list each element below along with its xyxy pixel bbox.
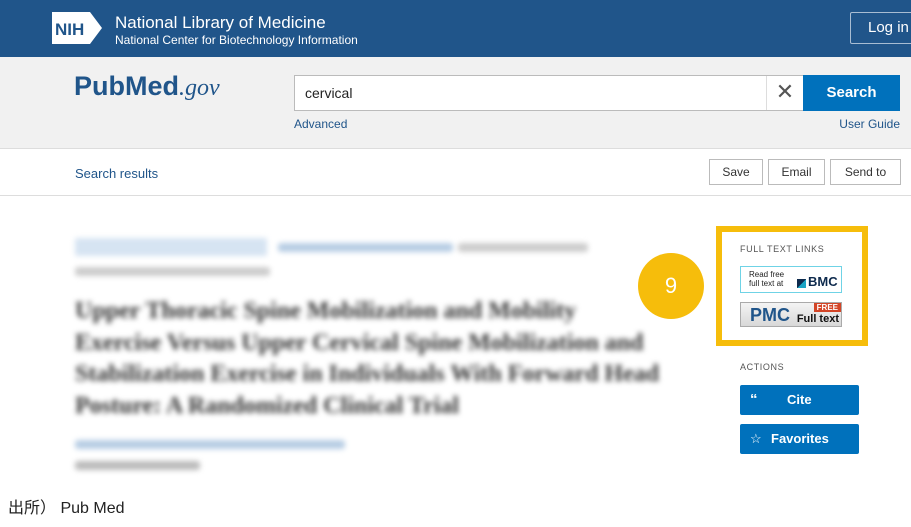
quote-icon: “ (750, 391, 758, 408)
doi (75, 267, 270, 276)
full-text-links-label: FULL TEXT LINKS (740, 244, 825, 254)
login-button[interactable]: Log in (850, 12, 911, 44)
favorites-button[interactable]: ☆ Favorites (740, 424, 859, 454)
article-title: Upper Thoracic Spine Mobilization and Mo… (75, 298, 660, 419)
bmc-logo-icon (797, 279, 806, 288)
email-button[interactable]: Email (768, 159, 825, 185)
send-to-button[interactable]: Send to (830, 159, 901, 185)
cite-button[interactable]: “Cite (740, 385, 859, 415)
save-button[interactable]: Save (709, 159, 763, 185)
top-banner: NIH National Library of Medicine Nationa… (0, 0, 911, 57)
search-box (294, 75, 804, 111)
advanced-link[interactable]: Advanced (294, 117, 347, 131)
svg-text:NIH: NIH (55, 20, 84, 39)
publication-type-badge (75, 238, 267, 256)
nlm-subtitle: National Center for Biotechnology Inform… (115, 33, 358, 47)
pubmed-logo[interactable]: PubMed.gov (74, 71, 220, 102)
pub-date (458, 243, 588, 252)
affiliations[interactable] (75, 461, 200, 470)
star-icon: ☆ (750, 431, 762, 446)
bmc-full-text-link[interactable]: Read free full text at BMC (740, 266, 842, 293)
nih-logo[interactable]: NIH (52, 12, 102, 44)
article-nav: Search results Save Email Send to (0, 149, 911, 196)
search-button[interactable]: Search (803, 75, 900, 111)
search-results-link[interactable]: Search results (75, 166, 158, 181)
search-input[interactable] (295, 76, 755, 110)
authors[interactable] (75, 440, 345, 449)
actions-label: ACTIONS (740, 362, 785, 372)
nlm-title[interactable]: National Library of Medicine (115, 13, 326, 33)
user-guide-link[interactable]: User Guide (839, 117, 900, 131)
search-band: PubMed.gov ✕ Search Advanced User Guide (0, 57, 911, 149)
annotation-number: 9 (638, 253, 704, 319)
close-icon[interactable]: ✕ (766, 76, 803, 110)
source-caption: 出所） Pub Med (8, 500, 125, 517)
journal-link[interactable] (278, 243, 453, 252)
full-text-links-highlight: FULL TEXT LINKS Read free full text at BM… (716, 226, 868, 346)
pmc-full-text-link[interactable]: PMC FREE Full text (740, 302, 842, 327)
